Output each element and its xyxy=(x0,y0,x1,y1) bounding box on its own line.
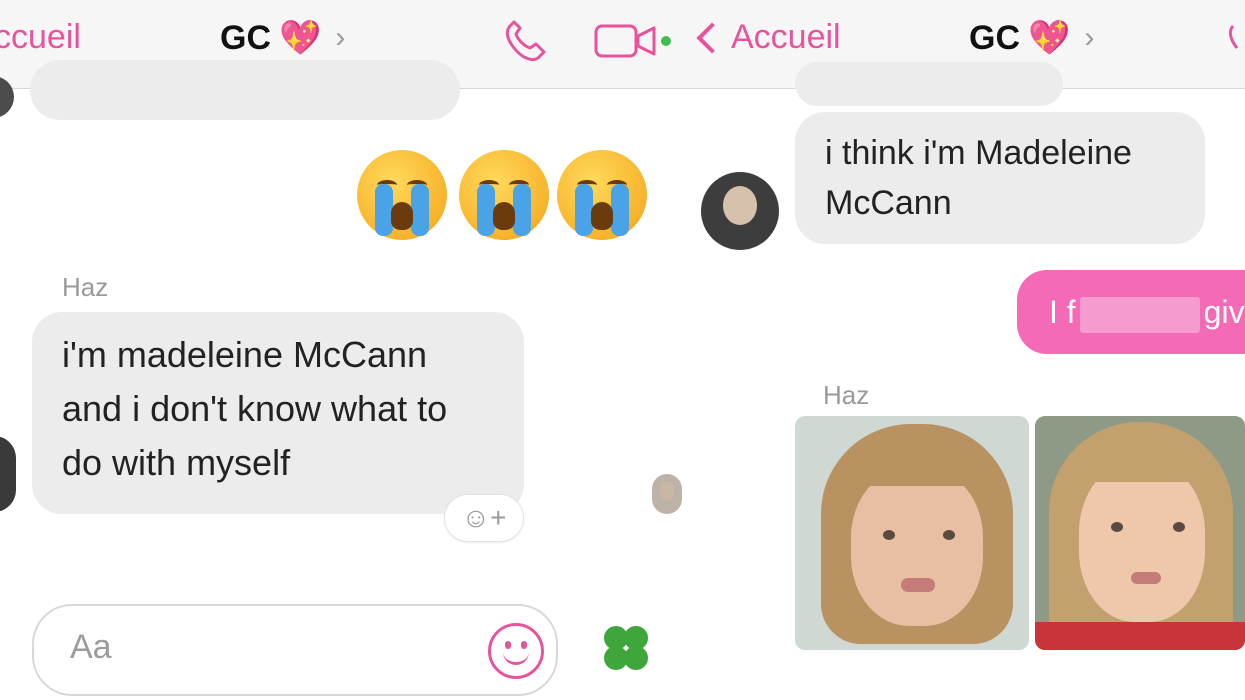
crying-emoji xyxy=(357,150,447,240)
clover-icon[interactable] xyxy=(600,624,650,678)
back-label: Accueil xyxy=(731,18,841,56)
conversation-title[interactable]: GC 💖 › xyxy=(220,18,345,58)
message-text-prefix: I f xyxy=(1049,294,1076,330)
heart-emoji: 💖 xyxy=(1028,19,1071,57)
sender-name: Haz xyxy=(823,380,870,410)
conversation-name: GC xyxy=(969,18,1020,57)
conversation-title[interactable]: GC 💖 › xyxy=(969,18,1094,58)
crying-emoji xyxy=(459,150,549,240)
phone-icon[interactable] xyxy=(500,20,554,66)
previous-message-bubble xyxy=(30,60,460,120)
conversation-name: GC xyxy=(220,18,271,57)
avatar[interactable] xyxy=(0,436,16,512)
crying-emoji xyxy=(557,150,647,240)
message-text-suffix: giv xyxy=(1203,294,1245,330)
avatar[interactable] xyxy=(701,172,779,250)
previous-message-bubble xyxy=(795,62,1063,106)
outgoing-message-bubble[interactable]: I f giv xyxy=(1017,270,1245,354)
chevron-right-icon: › xyxy=(335,21,346,54)
left-chat-panel: ccueil GC 💖 › Haz i'm madeleine McCann a… xyxy=(0,0,683,700)
add-reaction-button[interactable]: ☺+ xyxy=(444,494,524,542)
sender-name: Haz xyxy=(62,272,109,302)
video-call-icon[interactable] xyxy=(594,22,683,62)
read-receipt-avatar xyxy=(652,474,682,514)
back-label: ccueil xyxy=(0,18,81,56)
message-bubble[interactable]: i'm madeleine McCann and i don't know wh… xyxy=(32,312,524,514)
photo-attachment[interactable] xyxy=(1035,416,1245,650)
censored-word xyxy=(1079,296,1200,333)
chevron-right-icon: › xyxy=(1084,21,1095,54)
back-chevron-icon xyxy=(696,21,728,54)
back-button[interactable]: ccueil xyxy=(0,18,81,57)
input-placeholder: Aa xyxy=(70,628,112,666)
message-input[interactable]: Aa xyxy=(32,604,558,696)
back-button[interactable]: Accueil xyxy=(695,18,841,57)
message-bubble[interactable]: i think i'm Madeleine McCann xyxy=(795,112,1205,244)
message-text: i'm madeleine McCann and i don't know wh… xyxy=(62,334,448,483)
emoji-icon[interactable] xyxy=(488,623,544,679)
photo-attachment[interactable] xyxy=(795,416,1029,650)
message-text: i think i'm Madeleine McCann xyxy=(825,134,1132,222)
right-chat-panel: Accueil GC 💖 › i think i'm Madeleine McC… xyxy=(683,0,1245,700)
phone-icon[interactable] xyxy=(1223,20,1245,66)
heart-emoji: 💖 xyxy=(279,19,322,57)
